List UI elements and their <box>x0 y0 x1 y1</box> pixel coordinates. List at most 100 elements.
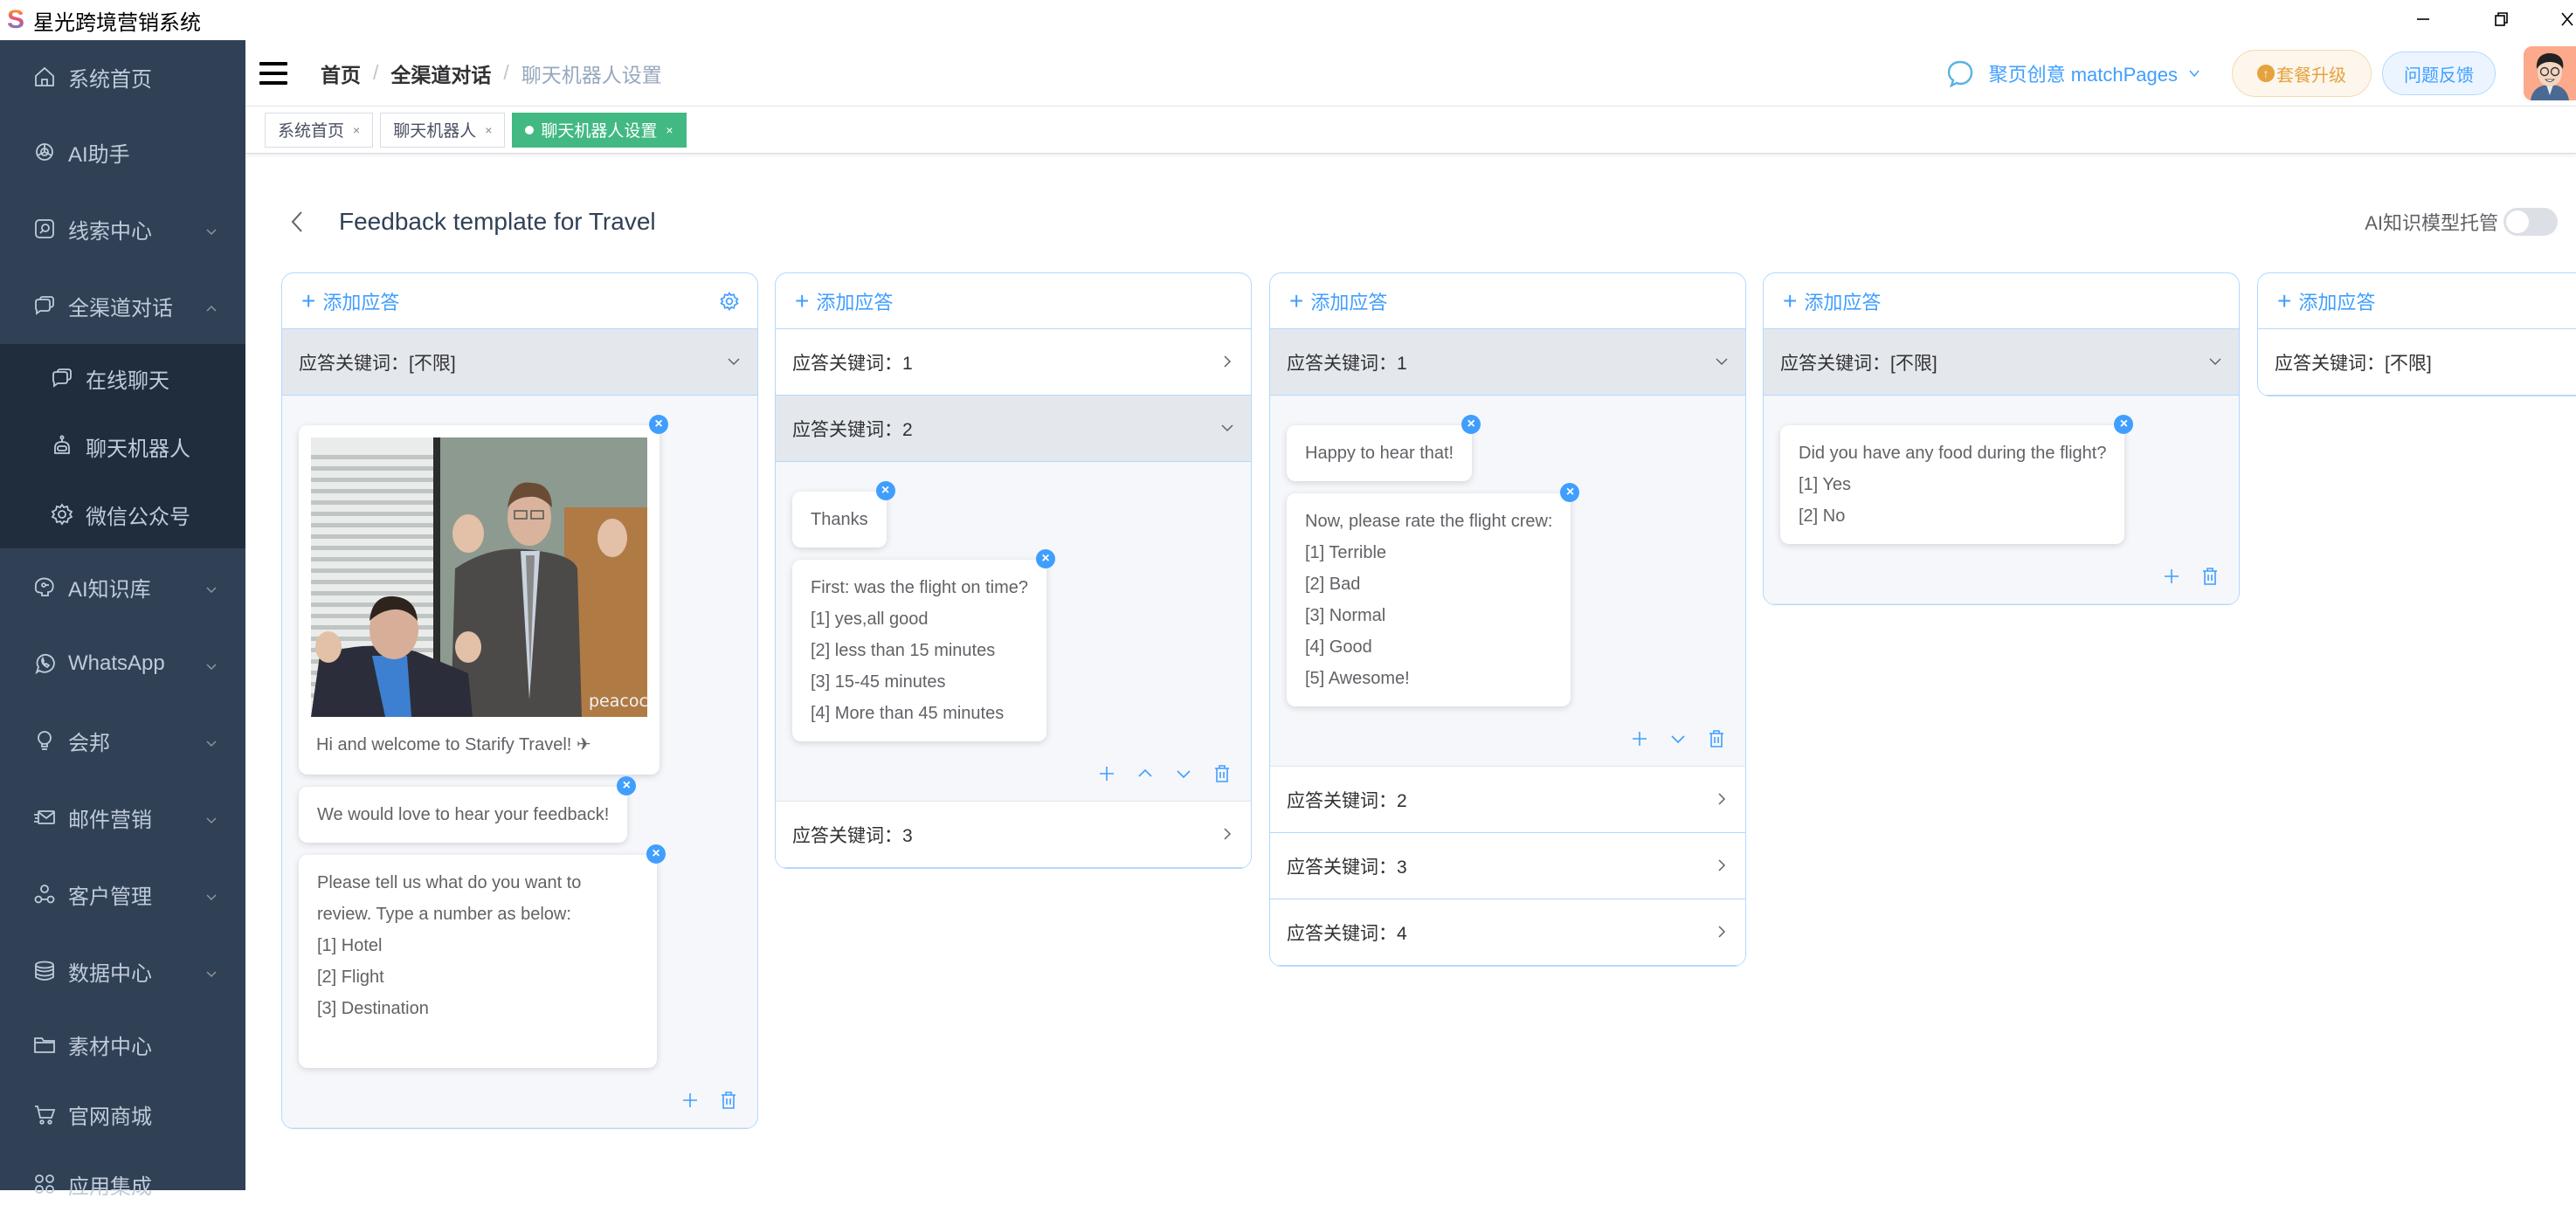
sidebar-subitem-label: 微信公众号 <box>86 505 190 529</box>
sidebar-item-10[interactable]: 素材中心 <box>0 1009 245 1079</box>
sidebar-item-2[interactable]: 线索中心 <box>0 190 245 267</box>
remove-message-icon[interactable]: × <box>875 481 895 500</box>
sidebar-item-12[interactable]: 应用集成 <box>0 1149 245 1219</box>
remove-message-icon[interactable]: × <box>617 776 637 795</box>
tab-close-icon[interactable]: × <box>666 123 673 137</box>
sidebar-item-4[interactable]: AI知识库 <box>0 548 245 625</box>
remove-message-icon[interactable]: × <box>646 844 666 864</box>
keyword-row[interactable]: 应答关键词：4 <box>1270 899 1745 966</box>
sidebar-item-11[interactable]: 官网商城 <box>0 1079 245 1149</box>
chevron-down-icon <box>205 732 217 747</box>
message-line: Thanks <box>811 510 868 529</box>
keyword-row[interactable]: 应答关键词：3 <box>776 802 1251 868</box>
text-message-bubble[interactable]: First: was the flight on time? [1] yes,al… <box>792 549 1055 741</box>
chevron-down-icon <box>205 655 217 671</box>
breadcrumb-item-home[interactable]: 首页 <box>321 59 361 88</box>
minimize-button[interactable] <box>2384 0 2462 38</box>
text-message-bubble[interactable]: Thanks × <box>792 481 895 548</box>
avatar-illustration-icon <box>2524 46 2576 100</box>
message-line: [4] More than 45 minutes <box>811 704 1005 723</box>
trash-icon[interactable] <box>719 1091 738 1110</box>
tab-close-icon[interactable]: × <box>485 123 492 137</box>
chevron-right-icon <box>1219 826 1235 842</box>
remove-message-icon[interactable]: × <box>1035 549 1055 568</box>
keyword-row[interactable]: 应答关键词：2 <box>1270 767 1745 833</box>
chevron-up-icon[interactable] <box>1136 764 1155 783</box>
chevron-down-icon[interactable] <box>1174 764 1193 783</box>
robot-icon-wrap <box>49 433 75 459</box>
apps-icon <box>35 1174 54 1194</box>
add-response-button[interactable]: + 添加应答 <box>1270 273 1745 329</box>
sidebar-item-3[interactable]: 全渠道对话 <box>0 267 245 344</box>
chevron-down-icon[interactable] <box>1668 729 1688 748</box>
image-message-bubble[interactable]: peacock Hi and welcome to Starify Travel… <box>299 415 668 775</box>
plus-icon: + <box>1289 286 1304 314</box>
message-row: Happy to hear that! × <box>1287 415 1728 493</box>
remove-message-icon[interactable]: × <box>1461 415 1481 434</box>
sidebar-item-5[interactable]: WhatsApp <box>0 625 245 702</box>
tab-system-home[interactable]: 系统首页 × <box>265 112 374 148</box>
upgrade-plan-button[interactable]: ↑ 套餐升级 <box>2232 50 2372 97</box>
add-response-button[interactable]: + 添加应答 <box>1764 273 2239 329</box>
sidebar-subitem-0[interactable]: 在线聊天 <box>0 344 245 412</box>
keyword-row[interactable]: 应答关键词：[不限] <box>1764 329 2239 396</box>
breadcrumb-item-omnichannel[interactable]: 全渠道对话 <box>390 59 491 88</box>
keyword-row[interactable]: 应答关键词：2 <box>776 396 1251 462</box>
keyword-row[interactable]: 应答关键词：[不限] <box>2258 329 2576 396</box>
text-message-bubble[interactable]: Now, please rate the flight crew: [1] Ter… <box>1287 483 1580 706</box>
home-icon <box>35 66 54 86</box>
chevron-down-icon <box>205 885 217 901</box>
feedback-button[interactable]: 问题反馈 <box>2382 52 2496 95</box>
sidebar-item-label: 线索中心 <box>68 219 152 244</box>
page-title: Feedback template for Travel <box>339 208 656 235</box>
settings-gear-icon[interactable] <box>719 291 740 312</box>
add-response-button[interactable]: + 添加应答 <box>282 273 757 329</box>
keyword-actions <box>1287 726 1728 752</box>
keyword-row[interactable]: 应答关键词：1 <box>776 329 1251 396</box>
add-response-button[interactable]: + 添加应答 <box>2258 273 2576 329</box>
sidebar-item-6[interactable]: 会邦 <box>0 702 245 779</box>
brain-icon <box>34 577 54 596</box>
plus-icon[interactable] <box>2162 567 2181 586</box>
home-icon-wrap <box>31 64 58 90</box>
tab-close-icon[interactable]: × <box>353 123 360 137</box>
trash-icon[interactable] <box>1707 729 1726 748</box>
sidebar-item-9[interactable]: 数据中心 <box>0 933 245 1009</box>
gif-thumbnail: peacock <box>311 437 647 717</box>
chat-bubbles-icon <box>35 296 54 315</box>
response-column: + 添加应答 应答关键词：[不限] <box>2257 272 2576 396</box>
hamburger-menu-icon[interactable] <box>259 61 287 85</box>
chevron-right-icon <box>1714 791 1730 807</box>
plus-icon[interactable] <box>1097 764 1116 783</box>
close-window-button[interactable] <box>2541 0 2576 38</box>
back-arrow-icon[interactable] <box>287 209 307 235</box>
remove-message-icon[interactable]: × <box>1560 483 1580 502</box>
remove-message-icon[interactable]: × <box>2114 415 2134 434</box>
sidebar-item-8[interactable]: 客户管理 <box>0 856 245 933</box>
add-response-button[interactable]: + 添加应答 <box>776 273 1251 329</box>
add-response-label: 添加应答 <box>1804 291 1882 313</box>
trash-icon[interactable] <box>1212 764 1232 783</box>
text-message-bubble[interactable]: Did you have any food during the flight?… <box>1780 415 2134 544</box>
sidebar-item-1[interactable]: AI助手 <box>0 114 245 190</box>
plus-icon[interactable] <box>1630 729 1649 748</box>
restore-button[interactable] <box>2462 0 2541 38</box>
sidebar-item-0[interactable]: 系统首页 <box>0 40 245 114</box>
text-message-bubble[interactable]: Happy to hear that! × <box>1287 415 1481 481</box>
ai-hosting-switch[interactable] <box>2503 208 2558 236</box>
sidebar-item-7[interactable]: 邮件营销 <box>0 779 245 856</box>
sidebar-subitem-1[interactable]: 聊天机器人 <box>0 412 245 480</box>
text-message-bubble[interactable]: Please tell us what do you want to review… <box>299 844 666 1068</box>
text-message-bubble[interactable]: We would love to hear your feedback! × <box>299 776 637 843</box>
keyword-row[interactable]: 应答关键词：[不限] <box>282 329 757 396</box>
user-avatar[interactable] <box>2524 46 2576 100</box>
tab-chatbot[interactable]: 聊天机器人 × <box>380 112 506 148</box>
trash-icon[interactable] <box>2200 567 2220 586</box>
sidebar-subitem-2[interactable]: 微信公众号 <box>0 480 245 548</box>
tab-chatbot-settings[interactable]: 聊天机器人设置 × <box>512 112 687 148</box>
keyword-row[interactable]: 应答关键词：3 <box>1270 833 1745 899</box>
plus-icon[interactable] <box>680 1091 700 1110</box>
remove-message-icon[interactable]: × <box>649 415 668 434</box>
team-selector[interactable]: 聚页创意 matchPages <box>1945 59 2200 88</box>
keyword-row[interactable]: 应答关键词：1 <box>1270 329 1745 396</box>
